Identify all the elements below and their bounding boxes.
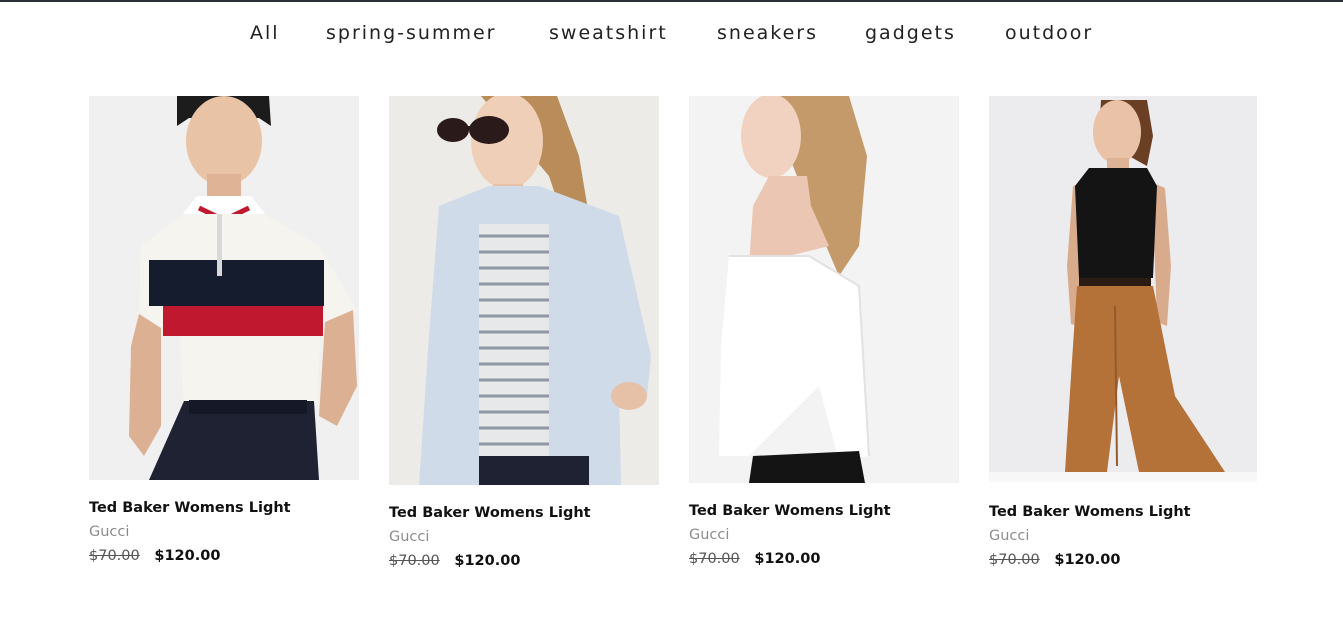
product-card[interactable]: Ted Baker Womens Light Gucci $70.00 $120… xyxy=(689,96,959,576)
product-title[interactable]: Ted Baker Womens Light xyxy=(989,504,1191,520)
product-price-row: $70.00 $120.00 xyxy=(989,552,1120,568)
current-price: $120.00 xyxy=(754,551,821,567)
product-card[interactable]: Ted Baker Womens Light Gucci $70.00 $120… xyxy=(389,96,659,576)
tab-gadgets[interactable]: gadgets xyxy=(865,20,956,46)
tab-outdoor[interactable]: outdoor xyxy=(1005,20,1093,46)
category-filter-nav: All spring-summer sweatshirt sneakers ga… xyxy=(0,20,1343,50)
product-card[interactable]: Ted Baker Womens Light Gucci $70.00 $120… xyxy=(89,96,359,576)
tab-sweatshirt[interactable]: sweatshirt xyxy=(549,20,668,46)
product-title[interactable]: Ted Baker Womens Light xyxy=(389,505,591,521)
top-border-line xyxy=(0,0,1343,2)
product-card[interactable]: Ted Baker Womens Light Gucci $70.00 $120… xyxy=(989,96,1259,576)
product-brand: Gucci xyxy=(89,524,130,540)
product-brand: Gucci xyxy=(689,527,730,543)
product-image[interactable] xyxy=(89,96,359,480)
old-price: $70.00 xyxy=(689,551,740,567)
tab-all[interactable]: All xyxy=(250,20,280,46)
product-title[interactable]: Ted Baker Womens Light xyxy=(89,500,291,516)
product-image[interactable] xyxy=(689,96,959,483)
old-price: $70.00 xyxy=(89,548,140,564)
product-price-row: $70.00 $120.00 xyxy=(389,553,520,569)
tab-spring-summer[interactable]: spring-summer xyxy=(326,20,496,46)
current-price: $120.00 xyxy=(1054,552,1121,568)
product-image[interactable] xyxy=(389,96,659,485)
tab-sneakers[interactable]: sneakers xyxy=(717,20,818,46)
product-price-row: $70.00 $120.00 xyxy=(689,551,820,567)
current-price: $120.00 xyxy=(454,553,521,569)
product-price-row: $70.00 $120.00 xyxy=(89,548,220,564)
product-image[interactable] xyxy=(989,96,1257,482)
current-price: $120.00 xyxy=(154,548,221,564)
product-brand: Gucci xyxy=(989,528,1030,544)
old-price: $70.00 xyxy=(989,552,1040,568)
product-title[interactable]: Ted Baker Womens Light xyxy=(689,503,891,519)
old-price: $70.00 xyxy=(389,553,440,569)
product-brand: Gucci xyxy=(389,529,430,545)
